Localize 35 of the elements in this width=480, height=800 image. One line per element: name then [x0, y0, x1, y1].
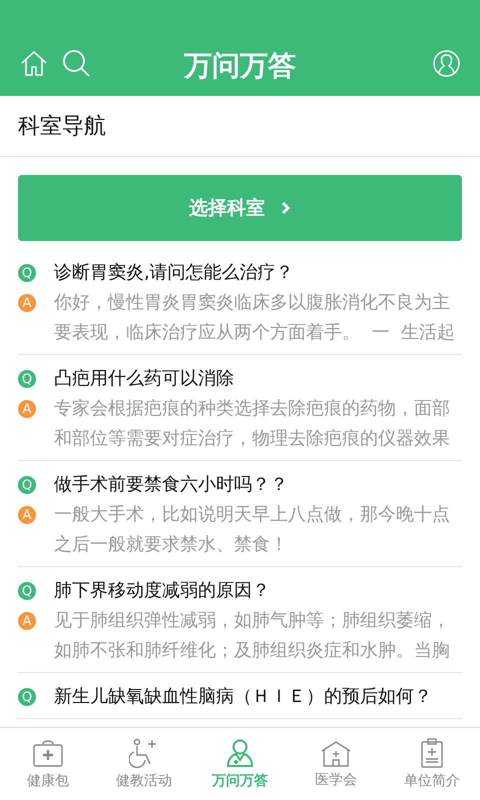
select-department-button[interactable]: 选择科室 [18, 175, 462, 241]
tab[interactable]: 万问万答 [192, 728, 288, 800]
question-badge: Q [18, 476, 36, 494]
tab[interactable]: 健教活动 [96, 728, 192, 800]
question-badge: Q [18, 582, 36, 600]
question-badge: Q [18, 688, 36, 706]
answer-badge: A [18, 612, 36, 630]
answer-badge: A [18, 294, 36, 312]
answer-text: 专家会根据疤痕的种类选择去除疤痕的药物，面部和部位等需要对症治疗，物理去除疤痕的仪器效果 [54, 397, 451, 451]
tab[interactable]: 单位简介 [384, 728, 480, 800]
medical-kit-icon [32, 738, 64, 768]
answer-text: 见于肺组织弹性减弱，如肺气肿等；肺组织萎缩，如肺不张和肺纤维化；及肺组织炎症和水肿。当胸 [54, 609, 451, 663]
question-badge: Q [18, 370, 36, 388]
question-text[interactable]: 新生儿缺氧缺血性脑病（ＨＩＥ）的预后如何？ [54, 682, 432, 712]
question-text[interactable]: 凸疤用什么药可以消除 [54, 364, 234, 394]
question-badge: Q [18, 264, 36, 282]
search-icon[interactable] [62, 49, 90, 77]
section-title: 科室导航 [18, 113, 106, 141]
answer-text: 你好，慢性胃炎胃窦炎临床多以腹胀消化不良为主要表现，临床治疗应从两个方面着手。 一 生活起 [54, 291, 456, 345]
answer-badge: A [18, 400, 36, 418]
user-icon[interactable] [433, 50, 460, 76]
tab[interactable]: 健康包 [0, 728, 96, 800]
wheelchair-icon [129, 738, 159, 768]
hospital-icon [320, 739, 352, 767]
chevron-right-icon [281, 201, 291, 215]
header-title: 万问万答 [184, 48, 296, 84]
question-text[interactable]: 肺下界移动度减弱的原因？ [54, 576, 270, 606]
answer-text: 一般大手术，比如说明天早上八点做，那今晚十点之后一般就要求禁水、禁食！ [54, 503, 451, 557]
doctor-icon [225, 738, 255, 768]
home-icon[interactable] [20, 50, 48, 76]
answer-badge: A [18, 506, 36, 524]
question-text[interactable]: 做手术前要禁食六小时吗？？ [54, 470, 288, 500]
clipboard-icon [420, 738, 444, 768]
question-text[interactable]: 诊断胃窦炎,请问怎能么治疗？ [54, 258, 294, 288]
tab[interactable]: 医学会 [288, 728, 384, 800]
